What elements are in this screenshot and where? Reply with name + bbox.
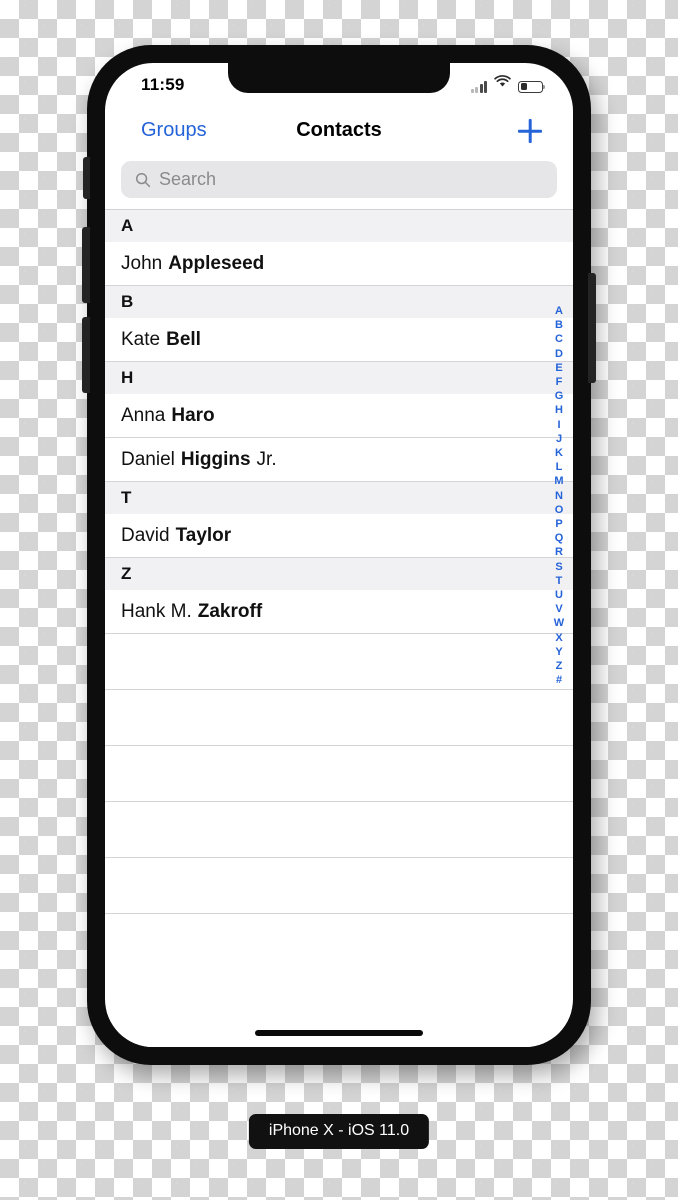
home-indicator-area (105, 1011, 573, 1047)
alphabet-index-item[interactable]: S (555, 560, 562, 574)
alphabet-index-item[interactable]: J (556, 432, 562, 446)
volume-down-button[interactable] (82, 317, 90, 393)
alphabet-index-item[interactable]: I (557, 418, 560, 432)
alphabet-index-item[interactable]: M (554, 474, 563, 488)
empty-list-row (105, 690, 573, 746)
alphabet-index[interactable]: A B C D E F G H I J K L M N O P Q R S T U V W X Y Z # (549, 304, 569, 687)
contact-first-name: Kate (121, 328, 161, 350)
contact-row[interactable]: Anna Haro (105, 394, 573, 438)
contact-first-name: Hank M. (121, 600, 192, 622)
home-indicator[interactable] (255, 1030, 423, 1036)
contact-name-suffix: Jr. (256, 448, 277, 470)
status-bar-icons (470, 75, 546, 93)
alphabet-index-item[interactable]: F (556, 375, 563, 389)
device-caption: iPhone X - iOS 11.0 (248, 1114, 430, 1149)
power-button[interactable] (588, 273, 596, 383)
contact-row[interactable]: David Taylor (105, 514, 573, 558)
status-bar-time: 11:59 (141, 75, 185, 94)
empty-list-row (105, 802, 573, 858)
section-header: T (105, 482, 573, 514)
alphabet-index-item[interactable]: R (555, 545, 563, 559)
contact-last-name: Haro (171, 404, 215, 426)
battery-level-fill (520, 83, 528, 91)
alphabet-index-item[interactable]: K (555, 446, 563, 460)
section-header: B (105, 286, 573, 318)
alphabet-index-item[interactable]: T (556, 574, 563, 588)
alphabet-index-item[interactable]: D (555, 347, 563, 361)
contact-first-name: Anna (121, 404, 166, 426)
plus-icon[interactable] (515, 116, 545, 146)
alphabet-index-item[interactable]: L (556, 460, 563, 474)
contact-row[interactable]: Kate Bell (105, 318, 573, 362)
alphabet-index-item[interactable]: X (555, 631, 562, 645)
section-header: Z (105, 558, 573, 590)
alphabet-index-item[interactable]: G (555, 389, 564, 403)
contact-first-name: David (121, 524, 170, 546)
alphabet-index-item[interactable]: B (555, 318, 563, 332)
volume-up-button[interactable] (82, 227, 90, 303)
alphabet-index-item[interactable]: Q (555, 531, 564, 545)
alphabet-index-item[interactable]: O (555, 503, 564, 517)
navigation-bar: Groups Contacts (105, 109, 573, 161)
alphabet-index-item[interactable]: C (555, 332, 563, 346)
contact-first-name: John (121, 252, 163, 274)
phone-device-frame: 11:59 Groups Contacts Search A John Appl… (82, 45, 596, 1065)
empty-list-row (105, 634, 573, 690)
alphabet-index-item[interactable]: Z (556, 659, 563, 673)
device-notch (228, 63, 450, 93)
search-input[interactable] (159, 169, 497, 190)
alphabet-index-item[interactable]: A (555, 304, 563, 318)
cellular-signal-icon (470, 81, 487, 93)
contact-row[interactable]: John Appleseed (105, 242, 573, 286)
alphabet-index-item[interactable]: W (554, 616, 564, 630)
search-field[interactable] (121, 161, 557, 198)
alphabet-index-item[interactable]: N (555, 489, 563, 503)
contact-last-name: Taylor (175, 524, 232, 546)
alphabet-index-item[interactable]: U (555, 588, 563, 602)
contact-last-name: Appleseed (168, 252, 265, 274)
contact-list[interactable]: A John Appleseed B Kate Bell H Anna Haro Daniel Hi… (105, 209, 573, 972)
alphabet-index-item[interactable]: Y (555, 645, 562, 659)
section-header: A (105, 210, 573, 242)
contact-list-body: A John Appleseed B Kate Bell H Anna Haro Daniel Hi… (105, 210, 573, 914)
page-title: Contacts (296, 119, 382, 141)
contact-first-name: Daniel (121, 448, 175, 470)
alphabet-index-item[interactable]: # (556, 673, 562, 687)
search-bar-container (105, 161, 573, 209)
empty-list-row (105, 746, 573, 802)
empty-list-row (105, 858, 573, 914)
alphabet-index-item[interactable]: V (555, 602, 562, 616)
contact-last-name: Bell (166, 328, 201, 350)
alphabet-index-item[interactable]: P (555, 517, 562, 531)
contact-last-name: Higgins (180, 448, 251, 470)
battery-icon (518, 80, 546, 93)
wifi-icon (494, 75, 511, 93)
contact-row[interactable]: Daniel Higgins Jr. (105, 438, 573, 482)
contact-row[interactable]: Hank M. Zakroff (105, 590, 573, 634)
alphabet-index-item[interactable]: E (555, 361, 562, 375)
search-icon (135, 172, 151, 187)
silent-switch[interactable] (83, 157, 90, 199)
phone-screen: 11:59 Groups Contacts Search A John Appl… (105, 63, 573, 1047)
contact-last-name: Zakroff (197, 600, 263, 622)
alphabet-index-item[interactable]: H (555, 403, 563, 417)
section-header: H (105, 362, 573, 394)
